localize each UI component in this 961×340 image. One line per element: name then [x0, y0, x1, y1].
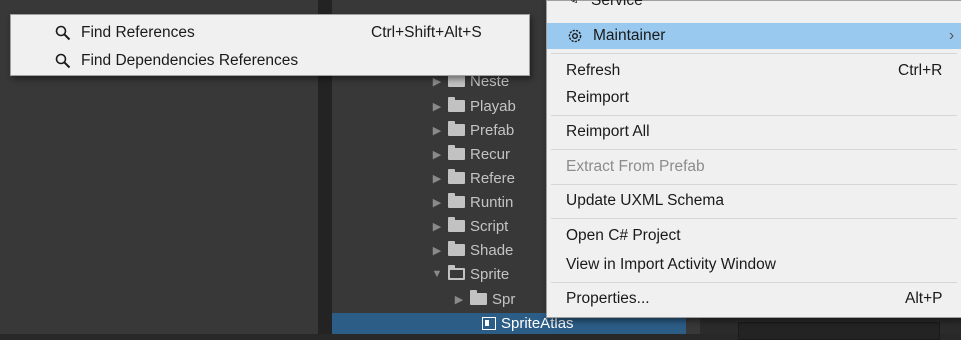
- chevron-down-icon[interactable]: ▼: [430, 268, 444, 280]
- chevron-right-icon[interactable]: ▶: [430, 172, 444, 185]
- service-icon: ✎: [567, 0, 579, 8]
- menu-separator: [551, 218, 957, 219]
- menu-item-properties[interactable]: Properties... Alt+P: [547, 286, 961, 312]
- tree-item-folder[interactable]: ▶ Script: [430, 215, 508, 237]
- search-icon: [55, 53, 71, 69]
- tree-item-folder[interactable]: ▶ Refere: [430, 167, 515, 189]
- menu-item-service[interactable]: ✎ Service: [547, 0, 961, 11]
- menu-item-refresh[interactable]: Refresh Ctrl+R: [547, 58, 961, 84]
- chevron-right-icon[interactable]: ▶: [452, 293, 466, 306]
- folder-icon: [470, 290, 487, 305]
- chevron-right-icon[interactable]: ▶: [430, 124, 444, 137]
- tree-item-folder[interactable]: ▶ Shade: [430, 239, 513, 261]
- tree-item-label: Script: [470, 217, 509, 235]
- menu-item-find-dependencies-references[interactable]: Find Dependencies References: [11, 49, 529, 73]
- folder-icon: [448, 121, 465, 136]
- menu-item-label: Maintainer: [593, 27, 666, 44]
- menu-separator: [551, 282, 957, 283]
- menu-item-label: Reimport All: [566, 123, 650, 140]
- menu-separator: [551, 149, 957, 150]
- tree-item-folder[interactable]: ▶ Playab: [430, 95, 516, 117]
- menu-item-label: Refresh: [566, 62, 621, 79]
- folder-icon: [448, 72, 465, 87]
- tree-item-label: Sprite: [470, 265, 510, 283]
- folder-icon: [448, 217, 465, 232]
- folder-open-icon: [448, 265, 465, 280]
- tree-item-folder[interactable]: ▶ Spr: [452, 288, 515, 310]
- menu-item-label: Find References: [81, 24, 195, 41]
- tree-item-label: Runtin: [470, 193, 514, 211]
- menu-item-reimport[interactable]: Reimport: [547, 85, 961, 111]
- menu-item-shortcut: Ctrl+Shift+Alt+S: [371, 24, 482, 41]
- menu-item-shortcut: Ctrl+R: [898, 62, 943, 79]
- tree-item-label: Playab: [470, 97, 516, 115]
- tree-item-folder[interactable]: ▶ Recur: [430, 143, 510, 165]
- menu-item-update-uxml-schema[interactable]: Update UXML Schema: [547, 188, 961, 214]
- menu-item-label: Find Dependencies References: [81, 52, 299, 69]
- tree-item-folder[interactable]: ▶ Runtin: [430, 191, 513, 213]
- menu-item-label: Extract From Prefab: [566, 158, 705, 175]
- menu-separator: [551, 53, 957, 54]
- chevron-right-icon[interactable]: ▶: [430, 196, 444, 209]
- menu-item-label: Reimport: [566, 89, 629, 106]
- menu-item-shortcut: Alt+P: [905, 290, 943, 307]
- menu-item-extract-from-prefab: Extract From Prefab: [547, 154, 961, 180]
- gear-icon: [568, 29, 582, 43]
- menu-item-reimport-all[interactable]: Reimport All: [547, 119, 961, 145]
- chevron-right-icon[interactable]: ▶: [430, 148, 444, 161]
- chevron-right-icon[interactable]: ▶: [430, 75, 444, 88]
- tree-item-label: Refere: [470, 169, 516, 187]
- folder-icon: [448, 193, 465, 208]
- chevron-right-icon: ›: [949, 27, 955, 44]
- tree-item-folder[interactable]: ▶ Prefab: [430, 119, 514, 141]
- search-icon: [55, 25, 71, 41]
- tree-item-label: Prefab: [470, 121, 515, 139]
- menu-item-open-csharp-project[interactable]: Open C# Project: [547, 223, 961, 249]
- menu-item-find-references[interactable]: Find References Ctrl+Shift+Alt+S: [11, 21, 529, 45]
- sprite-atlas-icon: [482, 317, 496, 330]
- menu-item-maintainer[interactable]: Maintainer ›: [547, 23, 961, 49]
- tree-item-label: Shade: [470, 241, 514, 259]
- tree-item-label: Spr: [492, 290, 516, 308]
- maintainer-submenu: Find References Ctrl+Shift+Alt+S Find De…: [10, 14, 530, 76]
- inspector-field[interactable]: [738, 322, 940, 340]
- chevron-right-icon[interactable]: ▶: [430, 100, 444, 113]
- chevron-right-icon[interactable]: ▶: [430, 220, 444, 233]
- chevron-right-icon[interactable]: ▶: [430, 244, 444, 257]
- menu-item-view-in-import-activity-window[interactable]: View in Import Activity Window: [547, 252, 961, 278]
- folder-icon: [448, 241, 465, 256]
- folder-icon: [448, 97, 465, 112]
- menu-item-label: View in Import Activity Window: [566, 256, 776, 273]
- menu-separator: [551, 184, 957, 185]
- menu-separator: [551, 115, 957, 116]
- context-menu: ✎ Service Maintainer › Refresh Ctrl+R Re…: [546, 0, 961, 318]
- folder-icon: [448, 145, 465, 160]
- tree-item-folder[interactable]: ▼ Sprite: [430, 263, 509, 285]
- menu-item-label: Service: [591, 0, 643, 9]
- tree-item-label: Recur: [470, 145, 511, 163]
- folder-icon: [448, 169, 465, 184]
- menu-item-label: Open C# Project: [566, 227, 681, 244]
- menu-item-label: Properties...: [566, 290, 650, 307]
- menu-item-label: Update UXML Schema: [566, 192, 724, 209]
